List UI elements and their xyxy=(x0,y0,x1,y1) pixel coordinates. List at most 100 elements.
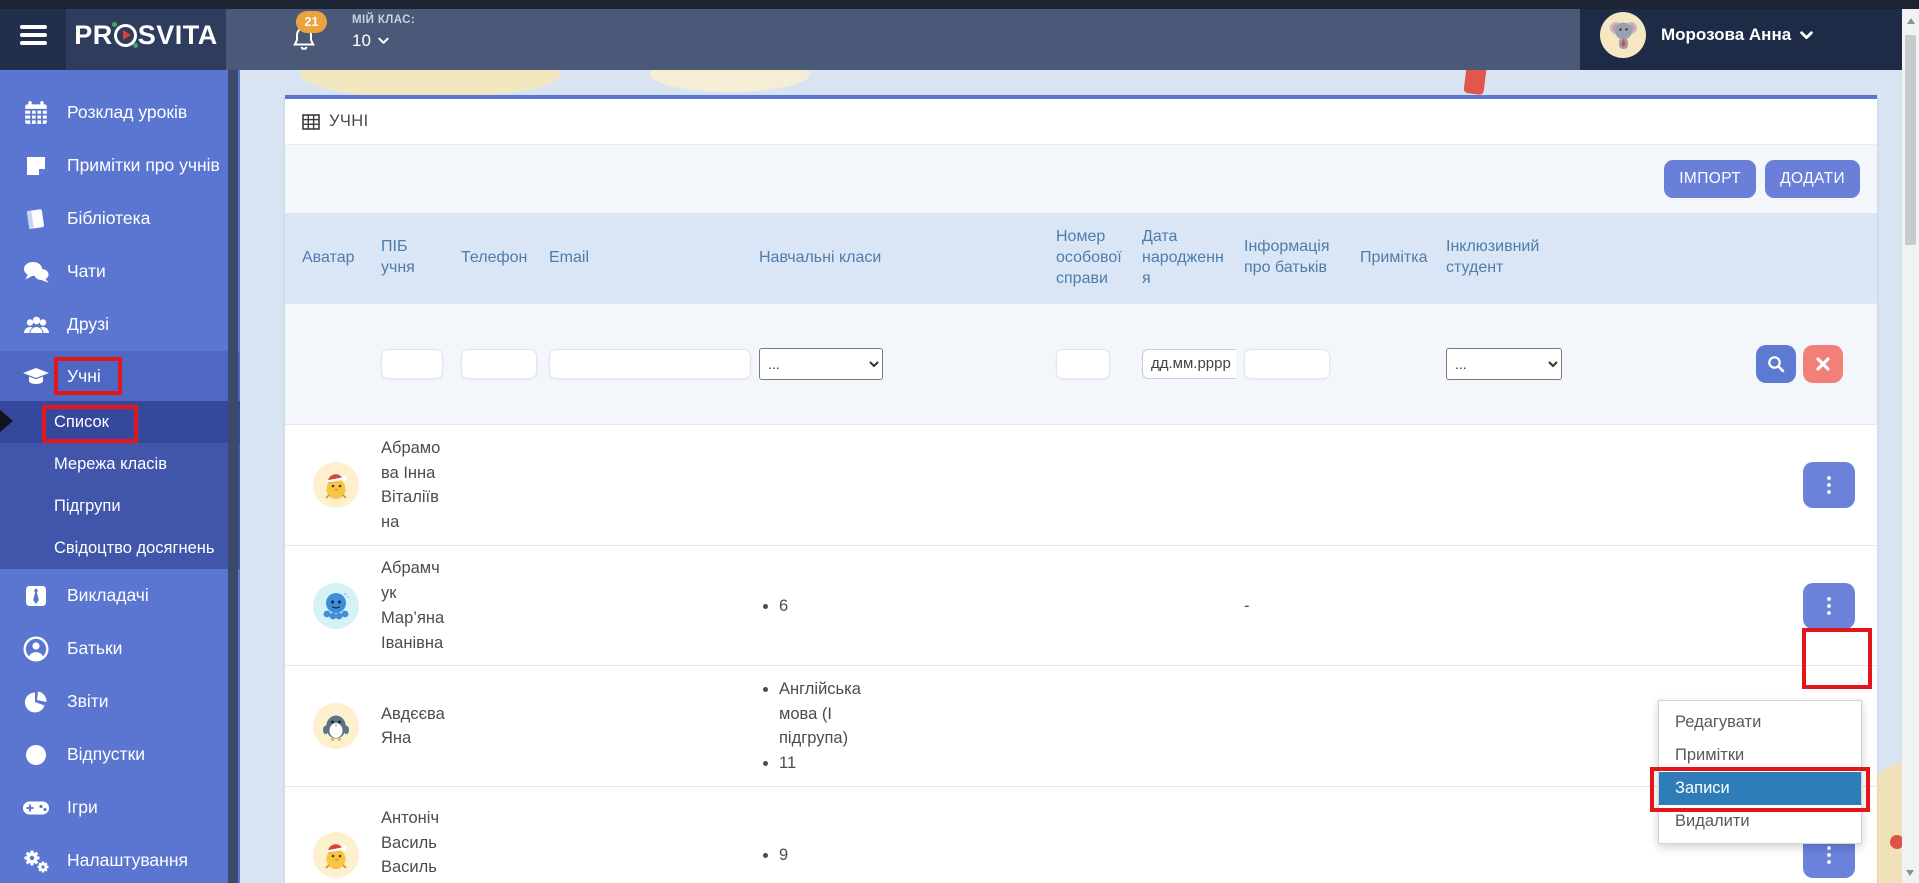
scroll-down-arrow-icon[interactable] xyxy=(1906,870,1914,876)
clear-filters-button[interactable] xyxy=(1803,345,1843,383)
tie-icon xyxy=(22,584,50,608)
context-menu-item-records[interactable]: Записи xyxy=(1659,772,1861,805)
sidebar-item-label: Список xyxy=(54,413,109,432)
search-button[interactable] xyxy=(1756,345,1796,383)
student-inclusive xyxy=(1438,666,1588,787)
student-parents-info: - xyxy=(1236,546,1352,666)
page-title: УЧНІ xyxy=(329,112,369,131)
row-actions-button[interactable] xyxy=(1803,462,1855,508)
column-header-9: Примітка xyxy=(1352,213,1438,304)
filter-name-input[interactable] xyxy=(381,349,443,379)
sidebar-item-zvity[interactable]: Звіти xyxy=(0,675,240,728)
sidebar-item-label: Учні xyxy=(67,366,101,387)
page-scrollbar[interactable] xyxy=(1902,9,1919,883)
logo-play-icon xyxy=(114,24,137,47)
add-button[interactable]: ДОДАТИ xyxy=(1765,160,1860,198)
student-birth-date xyxy=(1134,546,1236,666)
student-note xyxy=(1352,787,1438,883)
filter-parents-input[interactable] xyxy=(1244,349,1330,379)
top-header: PRSVITA 21 МІЙ КЛАС: 10 Морозова Анна xyxy=(0,0,1902,70)
close-icon xyxy=(1816,357,1830,371)
app-window: PRSVITA 21 МІЙ КЛАС: 10 Морозова Анна Ро… xyxy=(0,0,1919,883)
sidebar-item-ihry[interactable]: Ігри xyxy=(0,781,240,834)
student-email xyxy=(541,787,751,883)
filter-case-number-input[interactable] xyxy=(1056,349,1110,379)
sidebar-item-pidhrupy[interactable]: Підгрупи xyxy=(0,485,240,527)
gears-icon xyxy=(22,848,50,874)
table-header-row: АватарПІБ учняТелефонEmailНавчальні клас… xyxy=(285,213,1877,304)
filter-phone-input[interactable] xyxy=(461,349,537,379)
student-parents-info xyxy=(1236,787,1352,883)
scroll-up-arrow-icon[interactable] xyxy=(1907,18,1915,24)
student-phone xyxy=(453,787,541,883)
student-email xyxy=(541,546,751,666)
table-row: Авдєєва Яна Англійська мова (І підгрупа)1… xyxy=(285,666,1877,787)
student-case-number xyxy=(1048,666,1134,787)
toolbar: ІМПОРТ ДОДАТИ xyxy=(285,145,1877,213)
student-classes: Англійська мова (І підгрупа)11 xyxy=(751,666,1048,787)
sidebar-item-druzi[interactable]: Друзі xyxy=(0,298,240,351)
sidebar-item-label: Чати xyxy=(67,261,106,282)
note-icon xyxy=(22,154,50,178)
sidebar-item-svidotstvo-dosiahnen[interactable]: Свідоцтво досягнень xyxy=(0,527,240,569)
notifications-button[interactable]: 21 xyxy=(292,26,316,57)
user-menu[interactable]: Морозова Анна xyxy=(1580,0,1902,70)
student-avatar-octopus xyxy=(313,583,359,629)
table-row: Антоніч Василь Васильович9 xyxy=(285,787,1877,883)
context-menu-item-notes[interactable]: Примітки xyxy=(1659,739,1861,772)
student-classes xyxy=(751,425,1048,546)
student-case-number xyxy=(1048,425,1134,546)
filter-row: ... дд.мм.рррр ... xyxy=(285,304,1877,425)
context-menu-item-delete[interactable]: Видалити xyxy=(1659,805,1861,838)
sidebar-item-vykladachi[interactable]: Викладачі xyxy=(0,569,240,622)
sidebar-item-vidpustky[interactable]: Відпустки xyxy=(0,728,240,781)
context-menu-item-edit[interactable]: Редагувати xyxy=(1659,706,1861,739)
elephant-avatar-icon xyxy=(1603,15,1643,55)
my-class-dropdown[interactable]: 10 xyxy=(352,31,415,51)
sidebar-item-label: Мережа класів xyxy=(54,455,167,474)
sidebar-item-rozklad-urokiv[interactable]: Розклад уроків xyxy=(0,86,240,139)
sidebar-item-nalashtuvannia[interactable]: Налаштування xyxy=(0,834,240,883)
sidebar-item-batky[interactable]: Батьки xyxy=(0,622,240,675)
app-logo[interactable]: PRSVITA xyxy=(74,20,218,51)
hamburger-menu-button[interactable] xyxy=(0,0,66,70)
student-inclusive xyxy=(1438,425,1588,546)
students-table: АватарПІБ учняТелефонEmailНавчальні клас… xyxy=(285,213,1877,883)
panel-header: УЧНІ xyxy=(285,99,1877,145)
sidebar-scrollbar[interactable] xyxy=(228,70,238,883)
sidebar-item-label: Налаштування xyxy=(67,850,188,871)
sidebar-item-label: Примітки про учнів xyxy=(67,155,220,176)
import-button[interactable]: ІМПОРТ xyxy=(1664,160,1756,198)
student-name: Авдєєва Яна xyxy=(373,666,453,787)
row-context-menu: РедагуватиПриміткиЗаписиВидалити xyxy=(1658,700,1862,844)
student-email xyxy=(541,666,751,787)
table-grid-icon xyxy=(302,114,320,130)
student-inclusive xyxy=(1438,787,1588,883)
sidebar-item-label: Підгрупи xyxy=(54,497,121,516)
chevron-down-icon xyxy=(1800,31,1813,40)
scrollbar-thumb[interactable] xyxy=(1905,35,1916,245)
column-header-7: Дата народження xyxy=(1134,213,1236,304)
sidebar-item-merezha-klasiv[interactable]: Мережа класів xyxy=(0,443,240,485)
notification-badge: 21 xyxy=(296,11,327,33)
sidebar-item-prymitky-pro-uchniv[interactable]: Примітки про учнів xyxy=(0,139,240,192)
sidebar-item-spysok[interactable]: Список xyxy=(0,401,240,443)
student-case-number xyxy=(1048,787,1134,883)
sidebar-item-label: Бібліотека xyxy=(67,208,150,229)
filter-inclusive-select[interactable]: ... xyxy=(1446,348,1562,380)
sidebar-item-chaty[interactable]: Чати xyxy=(0,245,240,298)
sidebar-item-uchni[interactable]: Учні xyxy=(0,351,240,401)
sidebar-item-biblioteka[interactable]: Бібліотека xyxy=(0,192,240,245)
sidebar-item-label: Викладачі xyxy=(67,585,149,606)
filter-classes-select[interactable]: ... xyxy=(759,348,883,380)
gamepad-icon xyxy=(22,797,50,819)
sidebar-item-label: Розклад уроків xyxy=(67,102,187,123)
student-avatar-chick-santa xyxy=(313,462,359,508)
row-actions-button[interactable] xyxy=(1803,583,1855,629)
student-phone xyxy=(453,546,541,666)
student-inclusive xyxy=(1438,546,1588,666)
my-class-selector: МІЙ КЛАС: 10 xyxy=(352,14,415,51)
pie-chart-icon xyxy=(22,690,50,714)
filter-email-input[interactable] xyxy=(549,349,751,379)
graduation-cap-icon xyxy=(22,364,50,388)
